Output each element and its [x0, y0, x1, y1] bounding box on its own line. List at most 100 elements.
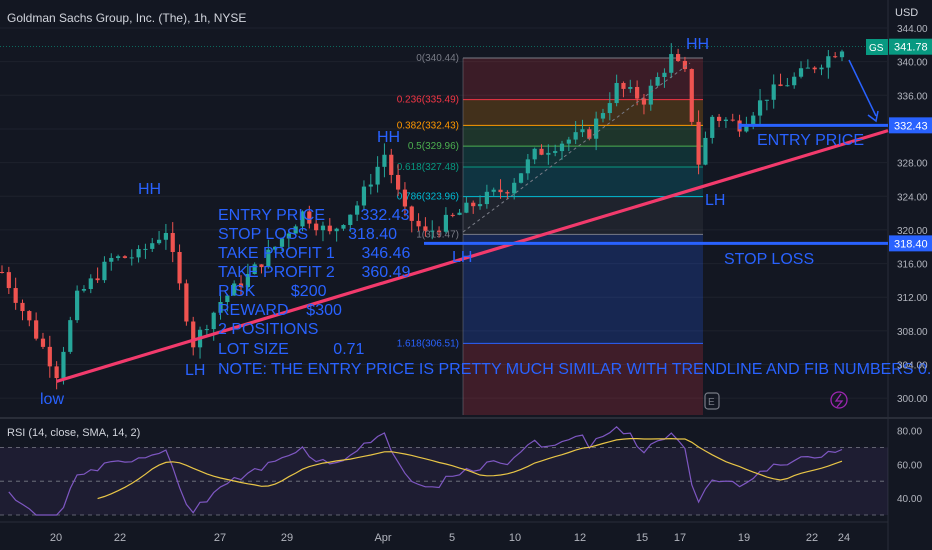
candle-body	[771, 84, 776, 100]
candle-body	[27, 311, 32, 321]
candle-body	[505, 192, 510, 194]
candle-body	[177, 252, 182, 284]
time-tick-label: 20	[50, 532, 62, 544]
candle-body	[655, 76, 660, 86]
candle-body	[778, 84, 783, 86]
price-tick-label: 300.00	[897, 394, 928, 405]
candle-body	[662, 72, 667, 77]
candle-body	[150, 243, 155, 249]
candle-body	[368, 184, 373, 187]
candle-body	[798, 68, 804, 77]
trade-plan-line-4: TAKE PROFIT 2 360.49	[218, 264, 410, 281]
candle-body	[484, 191, 489, 205]
candle	[689, 68, 694, 127]
fib-level-label: 0.618(327.48)	[397, 162, 459, 173]
time-tick-label: 5	[449, 532, 455, 544]
candle-body	[689, 69, 694, 122]
trade-plan-line-3: TAKE PROFIT 1 346.46	[218, 245, 410, 262]
candle-body	[382, 154, 387, 167]
candle-body	[443, 214, 449, 232]
last-price-text: 341.78	[894, 42, 928, 54]
candle-body	[143, 248, 148, 250]
price-tick-label: 304.00	[897, 361, 928, 372]
candle-body	[204, 329, 209, 331]
candle-body	[669, 54, 674, 73]
candle-body	[703, 137, 708, 165]
fib-level-label: 0.236(335.49)	[397, 95, 459, 106]
candle	[184, 279, 189, 326]
candle-body	[710, 116, 715, 138]
candle-body	[395, 174, 401, 190]
price-tick-label: 336.00	[897, 91, 928, 102]
candle-body	[95, 278, 100, 281]
candle-body	[648, 85, 653, 105]
candle-body	[430, 230, 435, 232]
candle-body	[641, 98, 647, 105]
fib-level-label: 0.382(332.43)	[397, 120, 459, 131]
annotation-lh-3: LH	[705, 192, 725, 209]
rsi-label: RSI (14, close, SMA, 14, 2)	[7, 427, 140, 439]
annotation-low: low	[40, 391, 64, 408]
candle-body	[88, 278, 93, 290]
price-tick-label: 308.00	[897, 327, 928, 338]
candle-body	[191, 321, 196, 348]
candle-body	[170, 233, 175, 253]
candle-body	[416, 220, 421, 227]
trade-plan-line-5: RISK $200	[218, 283, 327, 300]
time-tick-label: 12	[574, 532, 586, 544]
stop-price-text: 318.40	[894, 238, 928, 250]
candle-body	[525, 159, 530, 174]
time-tick-label: 10	[509, 532, 521, 544]
candle-body	[409, 206, 414, 221]
time-tick-label: 29	[281, 532, 293, 544]
trade-plan-line-7: 2 POSITIONS	[218, 321, 318, 338]
candle-body	[785, 85, 790, 87]
fib-zone	[463, 234, 703, 344]
candle-body	[477, 204, 483, 207]
candle-body	[546, 152, 551, 155]
candle-body	[115, 256, 121, 258]
trade-plan-note: NOTE: THE ENTRY PRICE IS PRETTY MUCH SIM…	[218, 361, 932, 378]
candle-body	[600, 113, 606, 119]
candle-body	[464, 202, 469, 213]
svg-text:E: E	[708, 397, 715, 408]
candle-body	[635, 86, 640, 99]
fib-zone	[463, 146, 703, 167]
candle-body	[457, 212, 462, 215]
candle-body	[423, 226, 428, 231]
candle-body	[450, 214, 455, 216]
candle-body	[730, 119, 735, 121]
trade-plan-line-2: STOP LOSS 318.40	[218, 226, 397, 243]
candle-body	[163, 233, 169, 240]
candle-body	[6, 272, 11, 289]
time-tick-label: 17	[674, 532, 686, 544]
rsi-tick-label: 40.00	[897, 494, 922, 505]
price-tick-label: 340.00	[897, 58, 928, 69]
fib-level-label: 0.5(329.96)	[408, 141, 459, 152]
candle-body	[826, 56, 831, 68]
stop-price-badge: 318.40	[889, 235, 932, 252]
candle-body	[587, 129, 592, 139]
fib-zone	[463, 57, 703, 100]
candle-body	[54, 366, 59, 379]
candle-body	[75, 290, 80, 321]
time-tick-label: Apr	[374, 532, 391, 544]
candle-body	[518, 173, 524, 183]
trade-plan-line-1: ENTRY PRICE 332.43	[218, 207, 410, 224]
entry-price-text: 332.43	[894, 120, 928, 132]
candle	[75, 285, 80, 323]
rsi-tick-label: 80.00	[897, 426, 922, 437]
candle-body	[491, 189, 496, 192]
candle-body	[68, 320, 73, 352]
price-tick-label: 344.00	[897, 24, 928, 35]
candle-body	[136, 249, 141, 258]
annotation-entry-price: ENTRY PRICE	[757, 132, 864, 149]
candle-body	[792, 76, 797, 86]
candle-body	[833, 56, 838, 58]
candle-body	[607, 103, 612, 114]
candle-body	[553, 151, 558, 153]
fib-zone	[463, 196, 703, 235]
price-tick-label: 328.00	[897, 159, 928, 170]
candle-body	[696, 121, 701, 165]
candle-body	[40, 338, 46, 347]
